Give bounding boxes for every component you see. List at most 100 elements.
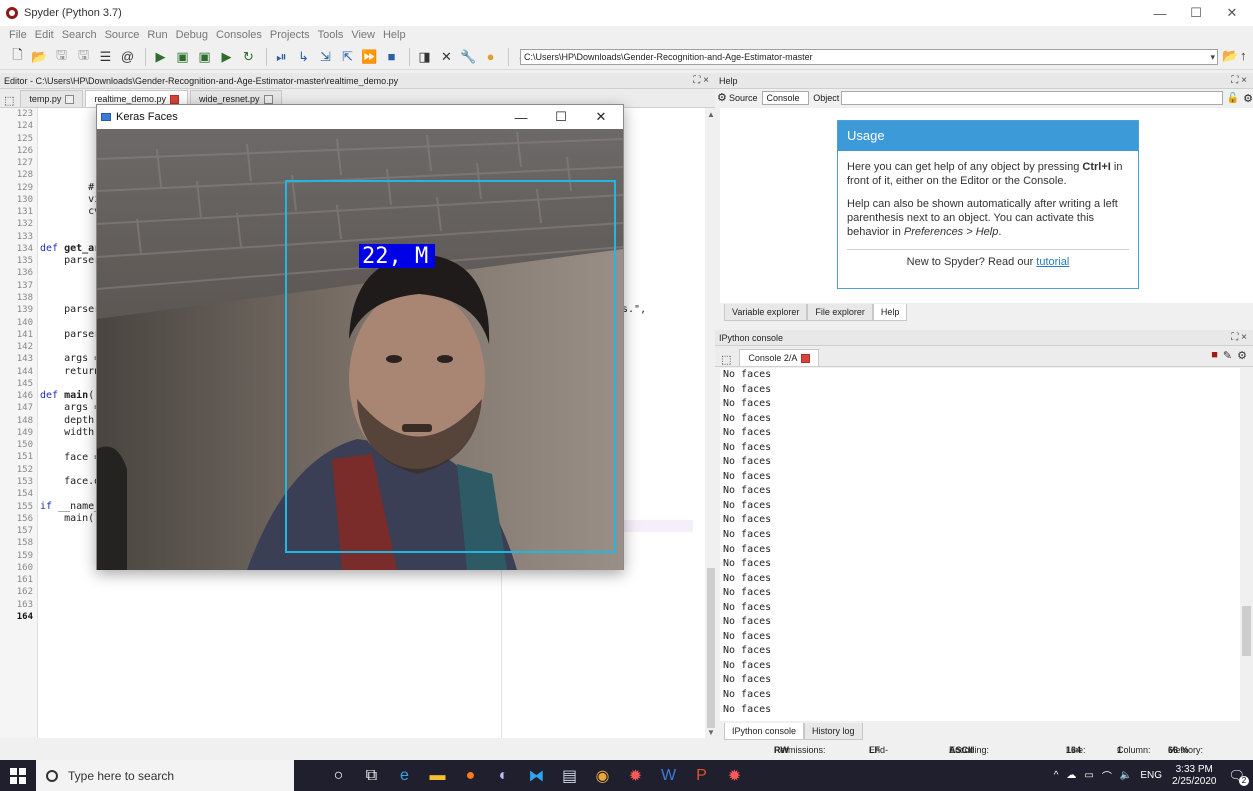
step-return-icon[interactable]: ⇱ [338, 47, 357, 66]
menu-projects[interactable]: Projects [270, 29, 310, 41]
battery-icon[interactable]: ▭ [1084, 770, 1093, 781]
menu-search[interactable]: Search [62, 29, 97, 41]
line-number: 134 [16, 243, 33, 254]
preferences-icon[interactable]: 🔧 [459, 47, 478, 66]
run-cell-advance-icon[interactable]: ▣ [195, 47, 214, 66]
pane-options-icon[interactable]: ⛶ × [1231, 330, 1247, 346]
close-tab-icon[interactable] [65, 94, 75, 104]
console-scrollbar[interactable] [1240, 368, 1253, 721]
fullscreen-icon[interactable]: ✕ [437, 47, 456, 66]
notifications-icon[interactable]: 🗨 2 [1228, 768, 1249, 786]
close-button[interactable]: ✕ [1212, 0, 1252, 26]
minimize-button[interactable]: — [501, 105, 541, 129]
task-view-icon[interactable]: ⧉ [355, 760, 388, 791]
run-icon[interactable]: ▶ [151, 47, 170, 66]
chevron-down-icon[interactable]: ▾ [1210, 50, 1215, 64]
console-line: No faces [723, 601, 772, 613]
edge-icon[interactable]: e [388, 760, 421, 791]
scroll-up-icon[interactable]: ▲ [707, 110, 715, 119]
parent-dir-arrow-icon[interactable]: ↑ [1240, 48, 1247, 63]
tab-temp[interactable]: temp.py [20, 90, 84, 107]
tab-ipython-console[interactable]: IPython console [724, 723, 805, 740]
menu-tools[interactable]: Tools [318, 29, 344, 41]
menu-file[interactable]: File [9, 29, 27, 41]
file-explorer-icon[interactable]: ▬ [421, 760, 454, 791]
rerun-icon[interactable]: ↻ [239, 47, 258, 66]
word-icon[interactable]: W [652, 760, 685, 791]
pane-options-icon[interactable]: ⛶ × [693, 73, 709, 89]
close-tab-icon[interactable] [169, 94, 179, 104]
tutorial-link[interactable]: tutorial [1036, 256, 1069, 268]
menu-debug[interactable]: Debug [176, 29, 208, 41]
gear-icon[interactable]: ⚙ [1237, 349, 1247, 362]
menu-view[interactable]: View [351, 29, 375, 41]
outline-icon[interactable]: ☰ [96, 47, 115, 66]
working-directory-input[interactable]: C:\Users\HP\Downloads\Gender-Recognition… [520, 49, 1218, 65]
clock[interactable]: 3:33 PM 2/25/2020 [1172, 764, 1217, 788]
spyder-taskbar-icon[interactable]: ✹ [619, 760, 652, 791]
browse-tabs-icon[interactable]: ⬚ [721, 353, 731, 366]
vscode-icon[interactable]: ⧓ [520, 760, 553, 791]
close-tab-icon[interactable] [263, 94, 273, 104]
editor-scrollbar[interactable]: ▲ ▼ [705, 108, 717, 738]
taskbar-search-input[interactable]: Type here to search [36, 760, 294, 791]
source-select[interactable]: Console ▾ [761, 91, 810, 115]
run-selection-icon[interactable]: ▶ [217, 47, 236, 66]
open-file-icon[interactable]: 📂 [30, 47, 49, 66]
python-path-icon[interactable]: ● [481, 47, 500, 66]
step-into-icon[interactable]: ⇲ [316, 47, 335, 66]
lock-icon[interactable]: 🔓 [1227, 93, 1239, 104]
tab-console-2a[interactable]: Console 2/A [739, 349, 820, 366]
chevron-up-icon[interactable]: ^ [1054, 770, 1059, 781]
tab-help[interactable]: Help [872, 304, 908, 321]
scrollbar-thumb[interactable] [707, 568, 715, 728]
menu-source[interactable]: Source [105, 29, 140, 41]
maximize-button[interactable]: ☐ [541, 105, 581, 129]
tab-variable-explorer[interactable]: Variable explorer [724, 304, 808, 321]
clear-icon[interactable]: ✎ [1223, 349, 1232, 362]
minimize-button[interactable]: — [1140, 0, 1180, 26]
tab-history-log[interactable]: History log [804, 723, 863, 740]
close-button[interactable]: ✕ [581, 105, 621, 129]
spyder-taskbar-icon-2[interactable]: ✹ [718, 760, 751, 791]
object-input[interactable] [841, 91, 1223, 105]
language-indicator[interactable]: ENG [1140, 770, 1162, 781]
app-icon[interactable]: ◐ [487, 760, 520, 791]
debug-icon[interactable]: ⏯ [272, 47, 291, 66]
new-file-icon[interactable]: 🗋 [8, 47, 27, 66]
maximize-pane-icon[interactable]: ◨ [415, 47, 434, 66]
menu-consoles[interactable]: Consoles [216, 29, 262, 41]
start-button[interactable] [0, 760, 36, 791]
keras-faces-window[interactable]: Keras Faces — ☐ ✕ 22, M [96, 104, 624, 570]
continue-icon[interactable]: ⏩ [360, 47, 379, 66]
scrollbar-thumb[interactable] [1242, 606, 1251, 656]
firefox-icon[interactable]: ● [454, 760, 487, 791]
save-all-icon[interactable]: 🖫 [74, 47, 93, 66]
step-icon[interactable]: ↳ [294, 47, 313, 66]
close-tab-icon[interactable] [801, 353, 811, 363]
maximize-button[interactable]: ☐ [1176, 0, 1216, 26]
onedrive-icon[interactable]: ☁ [1066, 770, 1076, 781]
tab-file-explorer[interactable]: File explorer [807, 304, 873, 321]
browse-tabs-icon[interactable]: ⬚ [4, 94, 14, 107]
wifi-icon[interactable]: ⌒ [1102, 768, 1112, 783]
notes-icon[interactable]: ▤ [553, 760, 586, 791]
volume-icon[interactable]: 🔈 [1120, 770, 1132, 781]
menu-run[interactable]: Run [147, 29, 167, 41]
scroll-down-icon[interactable]: ▼ [707, 728, 715, 737]
menu-edit[interactable]: Edit [35, 29, 54, 41]
chrome-icon[interactable]: ◉ [586, 760, 619, 791]
console-output[interactable]: No faces No faces No faces No faces No faces… [720, 368, 1240, 721]
gear-icon[interactable]: ⚙ [1243, 92, 1253, 105]
run-cell-icon[interactable]: ▣ [173, 47, 192, 66]
stop-icon[interactable]: ■ [382, 47, 401, 66]
menu-help[interactable]: Help [383, 29, 406, 41]
save-icon[interactable]: 🖫 [52, 47, 71, 66]
cortana-icon[interactable]: ○ [322, 760, 355, 791]
browse-folder-icon[interactable]: 📂 [1222, 48, 1238, 64]
powerpoint-icon[interactable]: P [685, 760, 718, 791]
gear-icon[interactable]: ⚙ [717, 91, 727, 104]
stop-icon[interactable]: ■ [1211, 349, 1218, 362]
pane-options-icon[interactable]: ⛶ × [1231, 73, 1247, 89]
at-icon[interactable]: @ [118, 47, 137, 66]
